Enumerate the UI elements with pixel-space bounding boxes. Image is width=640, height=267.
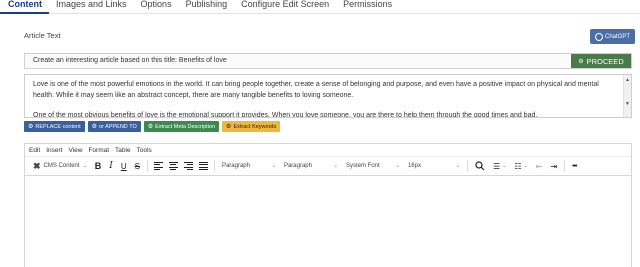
openai-icon <box>594 32 603 41</box>
menu-format[interactable]: Format <box>88 147 109 154</box>
font-family-value: System Font <box>345 163 380 169</box>
editor-tabs: Content Images and Links Options Publish… <box>0 0 640 14</box>
tab-content[interactable]: Content <box>0 0 49 14</box>
align-right-icon[interactable] <box>183 162 193 170</box>
indent-icon[interactable]: ⇥ <box>546 157 561 176</box>
more-options-icon[interactable]: ••• <box>568 157 580 176</box>
article-actions: ⚙ REPLACE content ⚙ or APPEND TO ⚙ Extra… <box>24 121 281 132</box>
tab-options[interactable]: Options <box>134 0 179 14</box>
editor-toolbar: ✖ CMS Content ⌄ B I U S Paragraph ⌄ Para… <box>25 157 631 176</box>
align-left-icon[interactable] <box>153 162 163 170</box>
article-text-label: Article Text <box>24 31 61 40</box>
font-size-select[interactable]: 16px ⌄ <box>404 163 464 169</box>
extract-meta-description-button[interactable]: ⚙ Extract Meta Description <box>143 121 220 132</box>
numbered-list-button[interactable]: ☷ ⌄ <box>510 157 531 176</box>
rich-text-editor: Edit Insert View Format Table Tools ✖ CM… <box>24 143 632 267</box>
chevron-down-icon: ⌄ <box>333 163 338 169</box>
chatgpt-button[interactable]: ChatGPT <box>590 29 635 44</box>
menu-tools[interactable]: Tools <box>137 147 152 154</box>
tab-publishing[interactable]: Publishing <box>179 0 235 14</box>
chevron-down-icon: ⌄ <box>271 163 276 169</box>
menu-insert[interactable]: Insert <box>46 147 62 154</box>
scroll-up-icon[interactable]: ▲ <box>625 77 630 83</box>
menu-view[interactable]: View <box>68 147 82 154</box>
generated-article-textarea[interactable]: Love is one of the most powerful emotion… <box>24 74 632 118</box>
extract-keywords-label: Extract Keywords <box>233 123 277 130</box>
extract-keywords-button[interactable]: ⚙ Extract Keywords <box>222 121 281 132</box>
proceed-button[interactable]: ⚙ PROCEED <box>571 54 631 68</box>
chatgpt-button-label: ChatGPT <box>604 33 630 40</box>
replace-content-label: REPLACE content <box>35 123 81 130</box>
editor-content-area[interactable] <box>25 176 631 266</box>
toolbar-divider <box>466 160 468 172</box>
cogs-icon: ⚙ <box>28 124 34 130</box>
append-to-button[interactable]: ⚙ or APPEND TO <box>87 121 141 132</box>
append-to-label: or APPEND TO <box>99 123 137 130</box>
tab-images-and-links[interactable]: Images and Links <box>49 0 134 14</box>
proceed-button-label: PROCEED <box>586 56 624 66</box>
cogs-icon: ⚙ <box>147 124 154 130</box>
block-format-select[interactable]: Paragraph ⌄ <box>218 163 280 169</box>
menu-edit[interactable]: Edit <box>29 147 40 154</box>
cogs-icon: ⚙ <box>226 124 232 130</box>
chevron-down-icon: ⌄ <box>395 163 400 169</box>
italic-button[interactable]: I <box>105 157 117 176</box>
chevron-down-icon: ⌄ <box>455 163 460 169</box>
tab-permissions[interactable]: Permissions <box>336 0 399 14</box>
bold-button[interactable]: B <box>91 157 106 176</box>
article-paragraph: One of the most obvious benefits of love… <box>33 112 538 118</box>
font-family-select[interactable]: System Font ⌄ <box>342 163 404 169</box>
prompt-input[interactable]: Create an interesting article based on t… <box>25 54 571 68</box>
extract-meta-description-label: Extract Meta Description <box>155 123 216 130</box>
cogs-icon: ⚙ <box>578 58 584 65</box>
prompt-row: Create an interesting article based on t… <box>24 53 632 69</box>
toolbar-divider <box>213 160 215 172</box>
bullet-list-button[interactable]: ☰ ⌄ <box>489 157 510 176</box>
font-size-value: 16px <box>407 163 421 169</box>
joomla-icon: ✖ <box>33 160 41 171</box>
menu-table[interactable]: Table <box>115 147 131 154</box>
replace-content-button[interactable]: ⚙ REPLACE content <box>24 121 85 132</box>
chevron-down-icon: ⌄ <box>82 163 87 169</box>
search-icon[interactable] <box>471 157 489 176</box>
cogs-icon: ⚙ <box>91 124 98 130</box>
outdent-icon[interactable]: ⇤ <box>532 157 547 176</box>
paragraph-value: Paragraph <box>283 163 312 169</box>
textarea-scrollbar[interactable]: ▲ ▼ <box>623 75 631 117</box>
chevron-down-icon: ⌄ <box>523 163 528 169</box>
bullet-list-icon: ☰ <box>492 161 501 171</box>
align-justify-icon[interactable] <box>198 162 208 170</box>
underline-button[interactable]: U <box>117 157 131 176</box>
align-center-icon[interactable] <box>168 162 178 170</box>
strikethrough-button[interactable]: S <box>131 157 144 176</box>
numbered-list-icon: ☷ <box>514 161 522 171</box>
article-paragraph: Love is one of the most powerful emotion… <box>33 81 599 99</box>
toolbar-divider <box>146 160 148 172</box>
editor-menubar: Edit Insert View Format Table Tools <box>25 144 631 157</box>
scroll-down-icon[interactable]: ▼ <box>625 101 630 107</box>
toolbar-divider <box>564 160 566 172</box>
cms-content-dropdown[interactable]: ✖ CMS Content ⌄ <box>29 161 91 172</box>
paragraph-select[interactable]: Paragraph ⌄ <box>280 163 342 169</box>
block-format-value: Paragraph <box>221 163 250 169</box>
cms-content-label: CMS Content <box>43 163 80 169</box>
chevron-down-icon: ⌄ <box>502 163 507 169</box>
tab-configure-edit-screen[interactable]: Configure Edit Screen <box>234 0 336 14</box>
